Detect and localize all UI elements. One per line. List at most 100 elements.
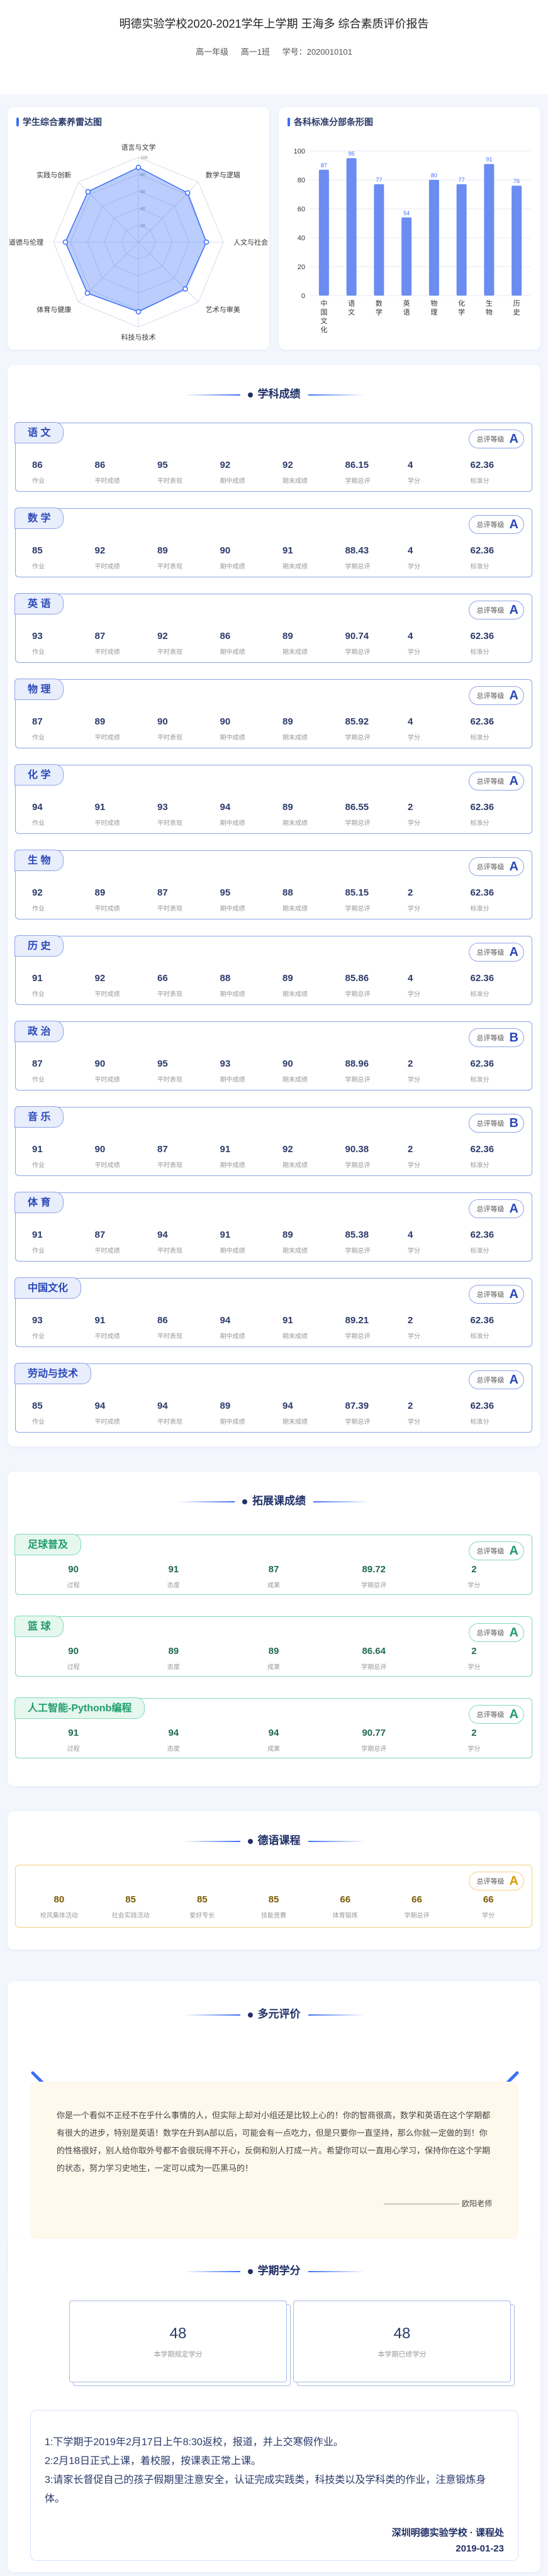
bar-data-label: 95 — [349, 151, 355, 157]
score-value: 92 — [157, 631, 168, 641]
score-label: 期末成绩 — [282, 1333, 308, 1340]
score-label: 标准分 — [470, 735, 489, 741]
bar — [374, 184, 384, 296]
grade-label: 总评等级 — [476, 1120, 505, 1128]
score-label: 技能竞赛 — [261, 1913, 287, 1919]
score-label: 期中成绩 — [220, 1248, 245, 1255]
score-label: 平时成绩 — [94, 649, 120, 656]
score-value: 88 — [282, 887, 293, 898]
bar-data-label: 76 — [513, 178, 520, 184]
score-value: 4 — [408, 1230, 413, 1240]
score-label: 学分 — [408, 478, 420, 485]
score-label: 学期总评 — [345, 1419, 371, 1426]
grade-label: 总评等级 — [476, 1206, 505, 1213]
score-label: 学期总评 — [345, 478, 371, 485]
score-value: 86 — [32, 460, 43, 470]
score-value: 89 — [282, 1230, 293, 1240]
score-label: 学分 — [408, 1333, 420, 1340]
ext-course-name: 篮 球 — [14, 1616, 64, 1637]
score-value: 93 — [220, 1058, 231, 1069]
score-value: 94 — [157, 1401, 168, 1411]
score-value: 95 — [157, 460, 168, 470]
score-label: 学分 — [408, 1248, 420, 1255]
score-value: 86 — [220, 631, 231, 641]
score-label: 期中成绩 — [220, 1077, 245, 1084]
score-label: 作业 — [32, 478, 45, 485]
subject-card: 语 文总评等级 A 86 作业 86 平时成绩 95 平时表现 92 期中成绩 92 期末成绩 86.1… — [14, 422, 532, 492]
score-value: 62.36 — [470, 1401, 495, 1411]
bar — [484, 164, 495, 296]
score-label: 标准分 — [470, 1419, 489, 1426]
score-value: 94 — [282, 1401, 293, 1411]
grade-badge: 总评等级 A — [468, 943, 524, 962]
score-value: 90.38 — [345, 1144, 369, 1155]
grade-label: 总评等级 — [476, 1035, 505, 1042]
subject-card: 体 育总评等级 A 91 作业 87 平时成绩 94 平时表现 91 期中成绩 89 期末成绩 85.3… — [14, 1192, 532, 1262]
score-value: 91 — [32, 1144, 43, 1155]
score-value: 2 — [408, 1144, 413, 1155]
bar-data-label: 80 — [431, 172, 437, 179]
radar-axis-label: 语言与文学 — [121, 143, 156, 152]
radar-point — [84, 290, 91, 296]
score-value: 86.64 — [362, 1646, 386, 1657]
grade-value: B — [509, 1031, 518, 1045]
comment-signature: 欧阳老师 — [384, 2198, 492, 2209]
score-label: 学分 — [482, 1913, 495, 1919]
score-label: 学分 — [467, 1582, 481, 1589]
score-value: 4 — [408, 460, 413, 470]
score-value: 80 — [53, 1894, 65, 1905]
bar — [401, 217, 412, 296]
grade-label: 总评等级 — [476, 436, 505, 443]
radar-axis-label: 数学与逻辑 — [206, 170, 240, 179]
score-label: 学分 — [408, 991, 420, 998]
score-label: 学期总评 — [345, 991, 371, 998]
radar-panel: 学生综合素养雷达图 10080604020语言与文学数学与逻辑人文与社会艺术与审… — [8, 107, 269, 350]
score-label: 期末成绩 — [282, 735, 308, 741]
moral-card: 总评等级 A 80 校风集体活动 85 社会实践活动 85 爱好专长 85 技能竞赛 66 体育锻炼… — [15, 1865, 532, 1928]
score-label: 期末成绩 — [282, 991, 308, 998]
score-value: 62.36 — [470, 716, 495, 727]
score-value: 89 — [282, 973, 293, 984]
score-value: 92 — [220, 460, 231, 470]
score-label: 态度 — [167, 1664, 180, 1671]
score-value: 2 — [408, 802, 413, 813]
score-value: 66 — [340, 1894, 351, 1905]
score-value: 86 — [157, 1315, 168, 1326]
grade-level: 高一年级 — [196, 47, 229, 57]
score-label: 期中成绩 — [220, 735, 245, 741]
grade-value: B — [509, 1116, 518, 1130]
ext-course-name: 人工智能-Pythonb编程 — [14, 1697, 145, 1719]
score-label: 学分 — [467, 1664, 481, 1671]
notice-text: 1:下学期于2019年2月17日上午8:30返校，报道，并上交寒假作业。 2:2… — [45, 2437, 486, 2504]
score-label: 期中成绩 — [220, 649, 245, 656]
radar-axis-label: 道德与伦理 — [9, 238, 43, 247]
score-value: 2 — [408, 1058, 413, 1069]
report-header: 明德实验学校2020-2021学年上学期 王海多 综合素质评价报告 高一年级 高… — [0, 0, 548, 94]
score-value: 90 — [68, 1646, 79, 1657]
bar-category-label: 语文 — [348, 299, 355, 316]
subject-name: 语 文 — [14, 422, 64, 443]
score-label: 作业 — [32, 820, 45, 827]
notice-date: 2019-01-23 — [456, 2543, 504, 2554]
bar-ytick-label: 100 — [294, 148, 305, 155]
score-label: 平时成绩 — [94, 564, 120, 570]
score-label: 学期总评 — [345, 906, 371, 913]
score-value: 85.38 — [345, 1230, 369, 1240]
score-value: 87 — [268, 1564, 279, 1575]
score-value: 91 — [220, 1230, 231, 1240]
score-value: 85 — [125, 1894, 136, 1905]
score-value: 92 — [94, 973, 106, 984]
score-label: 标准分 — [470, 991, 489, 998]
score-label: 成果 — [267, 1664, 280, 1671]
grade-label: 总评等级 — [476, 1711, 505, 1719]
subject-name: 体 育 — [14, 1192, 64, 1213]
score-value: 62.36 — [470, 631, 495, 641]
bar-ytick-label: 0 — [301, 292, 305, 300]
radar-point — [135, 164, 142, 170]
comment-section-title: 多元评价 — [0, 2005, 548, 2021]
score-value: 90 — [94, 1144, 106, 1155]
ext-course-card: 人工智能-Pythonb编程 总评等级 A 91 过程 94 态度 94 成果 90.77 学期总评… — [14, 1697, 532, 1758]
score-label: 作业 — [32, 1419, 45, 1426]
subject-name: 物 理 — [14, 679, 64, 700]
score-value: 62.36 — [470, 1144, 495, 1155]
